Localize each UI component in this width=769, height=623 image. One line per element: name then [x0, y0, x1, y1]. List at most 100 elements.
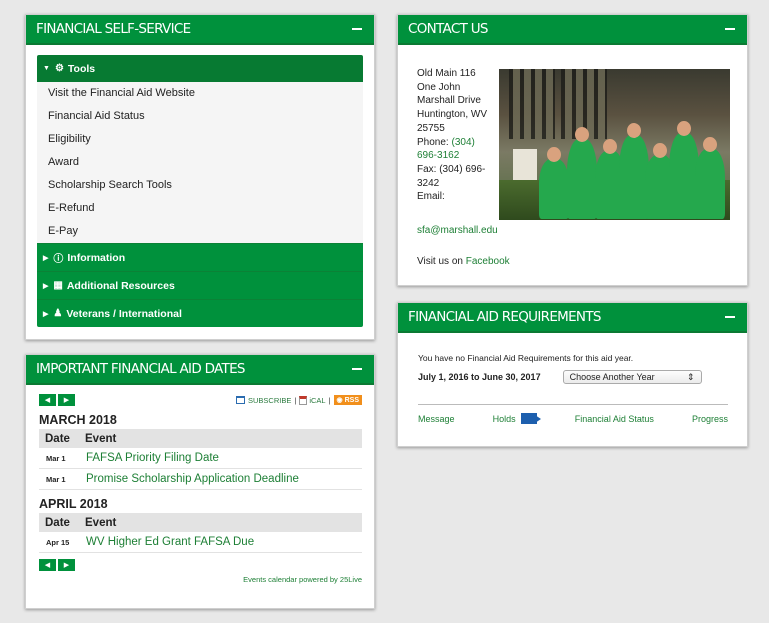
collapse-icon[interactable]: [725, 316, 735, 318]
visit-label: Visit us on: [417, 255, 463, 267]
collapse-icon[interactable]: [352, 368, 362, 370]
powered-by-link[interactable]: Events calendar powered by 25Live: [39, 575, 362, 584]
collapse-icon[interactable]: [725, 28, 735, 30]
phone-link[interactable]: (304): [451, 137, 474, 148]
requirements-links: Message Holds Financial Aid Status Progr…: [418, 404, 728, 424]
col-event: Event: [85, 432, 117, 445]
calendar-icon: [236, 396, 245, 404]
event-date: Mar 1: [46, 453, 66, 463]
address-line: Huntington, WV: [417, 109, 488, 121]
address-line: Marshall Drive: [417, 95, 481, 107]
event-date: Mar 1: [46, 474, 66, 484]
calendar-feeds: SUBSCRIBE | iCAL | ◉ RSS: [236, 395, 362, 405]
prev-arrow-icon[interactable]: ◀: [39, 394, 56, 406]
collapse-icon[interactable]: [352, 28, 362, 30]
tools-item-eligibility[interactable]: Eligibility: [37, 128, 363, 151]
fax-text: Fax: (304) 696-: [417, 163, 486, 175]
event-link[interactable]: FAFSA Priority Filing Date: [86, 452, 219, 464]
address-line: One John: [417, 81, 461, 93]
tools-item-epay[interactable]: E-Pay: [37, 220, 363, 243]
event-date: Apr 15: [46, 537, 70, 547]
caret-right-icon: ▶: [43, 310, 49, 318]
panel-header: IMPORTANT FINANCIAL AID DATES: [26, 355, 374, 385]
caret-down-icon: ▼: [43, 65, 50, 72]
panel-title: CONTACT US: [408, 21, 488, 37]
year-select[interactable]: Choose Another Year ⇕: [562, 370, 702, 384]
tools-item-website[interactable]: Visit the Financial Aid Website: [37, 82, 363, 105]
aid-year-label: July 1, 2016 to June 30, 2017: [418, 372, 541, 382]
tools-item-scholarship[interactable]: Scholarship Search Tools: [37, 174, 363, 197]
table-row: Apr 15 WV Higher Ed Grant FAFSA Due: [39, 532, 362, 553]
table-header: Date Event: [39, 429, 362, 448]
staff-photo: [499, 69, 730, 220]
section-label: Veterans / International: [66, 307, 182, 320]
rss-icon: ◉: [336, 397, 345, 404]
tools-list: Visit the Financial Aid Website Financia…: [37, 82, 363, 243]
financial-self-service-panel: FINANCIAL SELF-SERVICE ▼ ⚙ Tools Visit t…: [25, 14, 375, 340]
info-icon: ⓘ: [53, 254, 64, 265]
next-arrow-icon[interactable]: ▶: [58, 394, 75, 406]
panel-title: IMPORTANT FINANCIAL AID DATES: [36, 361, 245, 377]
tools-item-status[interactable]: Financial Aid Status: [37, 105, 363, 128]
requirements-panel: FINANCIAL AID REQUIREMENTS You have no F…: [397, 302, 748, 447]
rss-label: RSS: [344, 396, 359, 404]
event-link[interactable]: WV Higher Ed Grant FAFSA Due: [86, 536, 254, 548]
section-label: Information: [67, 251, 126, 264]
tools-item-award[interactable]: Award: [37, 151, 363, 174]
col-event: Event: [85, 516, 117, 529]
month-heading: MARCH 2018: [39, 413, 117, 427]
prev-arrow-icon[interactable]: ◀: [39, 559, 56, 571]
section-label: Additional Resources: [66, 279, 175, 292]
caret-right-icon: ▶: [43, 254, 49, 262]
ical-icon: [299, 395, 308, 405]
fax-text-cont: 3242: [417, 177, 440, 189]
panel-title: FINANCIAL SELF-SERVICE: [36, 21, 191, 37]
address-line: 25755: [417, 122, 445, 134]
contact-address: Old Main 116 One John Marshall Drive Hun…: [417, 67, 495, 204]
col-date: Date: [45, 516, 70, 529]
caret-right-icon: ▶: [43, 282, 49, 290]
panel-header: FINANCIAL AID REQUIREMENTS: [398, 303, 747, 333]
panel-title: FINANCIAL AID REQUIREMENTS: [408, 309, 601, 325]
panel-header: FINANCIAL SELF-SERVICE: [26, 15, 374, 45]
panel-header: CONTACT US: [398, 15, 747, 45]
requirements-message: You have no Financial Aid Requirements f…: [418, 353, 634, 363]
important-dates-panel: IMPORTANT FINANCIAL AID DATES ◀ ▶ SUBSCR…: [25, 354, 375, 609]
facebook-link[interactable]: Facebook: [466, 256, 510, 267]
holds-link-wrap[interactable]: Holds: [492, 413, 541, 424]
select-arrows-icon: ⇕: [687, 371, 695, 382]
financial-aid-status-link[interactable]: Financial Aid Status: [575, 413, 654, 424]
next-arrow-icon[interactable]: ▶: [58, 559, 75, 571]
message-link[interactable]: Message: [418, 413, 455, 424]
section-information[interactable]: ▶ ⓘ Information: [37, 243, 363, 271]
progress-link[interactable]: Progress: [692, 413, 728, 424]
section-additional-resources[interactable]: ▶ ▦ Additional Resources: [37, 271, 363, 299]
visit-line: Visit us on Facebook: [417, 255, 729, 269]
tools-menu: ▼ ⚙ Tools Visit the Financial Aid Websit…: [37, 55, 363, 327]
tools-item-erefund[interactable]: E-Refund: [37, 197, 363, 220]
tools-menu-header[interactable]: ▼ ⚙ Tools: [37, 55, 363, 82]
ical-link[interactable]: iCAL: [309, 396, 325, 405]
year-select-value: Choose Another Year: [569, 372, 655, 382]
gears-icon: ⚙: [54, 63, 64, 74]
month-heading: APRIL 2018: [39, 497, 108, 511]
col-date: Date: [45, 432, 70, 445]
holds-link: Holds: [492, 413, 516, 424]
grid-icon: ▦: [53, 280, 63, 291]
calendar-nav-bottom: ◀ ▶: [39, 559, 362, 571]
table-header: Date Event: [39, 513, 362, 532]
event-link[interactable]: Promise Scholarship Application Deadline: [86, 473, 299, 485]
rss-button[interactable]: ◉ RSS: [333, 395, 362, 405]
phone-link-cont[interactable]: 696-3162: [417, 149, 495, 163]
calendar-nav: ◀ ▶: [39, 394, 75, 406]
section-veterans-international[interactable]: ▶ ♟ Veterans / International: [37, 299, 363, 327]
table-row: Mar 1 FAFSA Priority Filing Date: [39, 448, 362, 469]
table-row: Mar 1 Promise Scholarship Application De…: [39, 469, 362, 490]
phone-label: Phone:: [417, 136, 449, 148]
address-line: Old Main 116: [417, 68, 476, 79]
tools-label: Tools: [67, 62, 96, 75]
subscribe-link[interactable]: SUBSCRIBE: [248, 396, 291, 405]
email-link[interactable]: sfa@marshall.edu: [417, 224, 729, 238]
contact-panel: CONTACT US Old Main 116 One John Marshal…: [397, 14, 748, 286]
users-icon: ♟: [53, 308, 63, 319]
